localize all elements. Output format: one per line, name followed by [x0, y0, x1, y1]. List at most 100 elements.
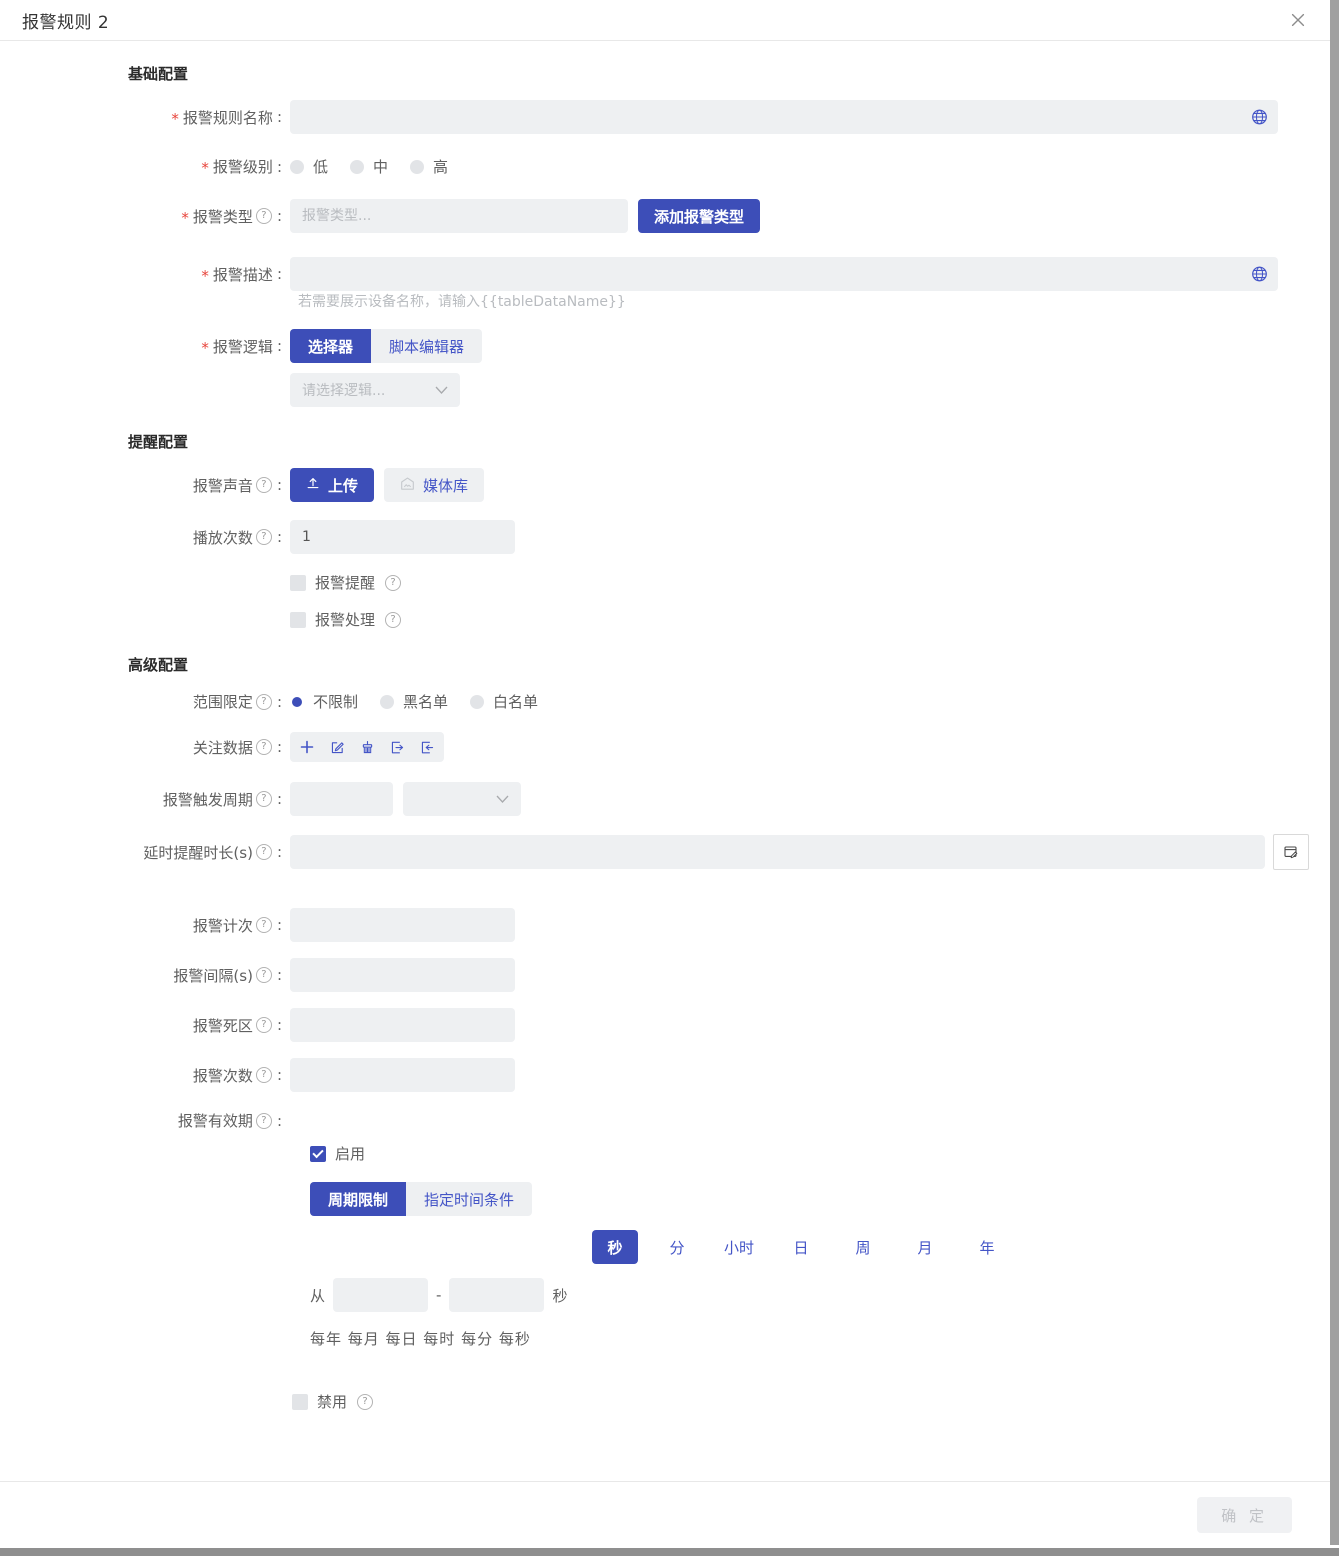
export-icon[interactable]	[412, 736, 442, 758]
help-icon[interactable]: ?	[255, 693, 272, 710]
rule-name-input[interactable]	[290, 100, 1278, 134]
label-colon: :	[276, 843, 282, 861]
upload-sound-button[interactable]: 上传	[290, 468, 375, 502]
radio-dot	[350, 159, 365, 174]
alarm-interval-input[interactable]	[290, 958, 515, 992]
label-colon: :	[276, 692, 282, 711]
help-icon[interactable]: ?	[255, 1067, 272, 1083]
logic-select[interactable]: 请选择逻辑...	[290, 373, 460, 407]
add-alarm-type-button[interactable]: 添加报警类型	[638, 199, 761, 233]
required-marker: *	[201, 338, 209, 357]
unit-tab-hour[interactable]: 小时	[716, 1230, 762, 1264]
help-icon[interactable]: ?	[385, 611, 402, 628]
label-play-count-text: 播放次数	[192, 528, 253, 547]
tab-logic-script-editor[interactable]: 脚本编辑器	[371, 329, 482, 363]
script-editor-icon[interactable]	[1273, 834, 1309, 870]
help-icon[interactable]: ?	[357, 1393, 374, 1410]
alarm-handling-label: 报警处理	[315, 611, 376, 629]
radio-scope-blacklist[interactable]: 黑名单	[380, 691, 448, 712]
form-row-sound: 报警声音 ? : 上传 媒体库	[0, 468, 1330, 502]
alarm-type-input[interactable]	[290, 199, 628, 233]
trigger-period-unit-select[interactable]	[403, 782, 521, 816]
unit-tab-week[interactable]: 周	[840, 1230, 886, 1264]
form-row-alarm-reminder: 报警提醒 ?	[0, 572, 1330, 593]
globe-icon[interactable]	[1251, 266, 1268, 283]
radio-level-low[interactable]: 低	[290, 156, 328, 177]
description-input[interactable]	[290, 257, 1278, 291]
label-logic: * 报警逻辑 :	[0, 336, 290, 357]
disable-checkbox[interactable]	[292, 1393, 308, 1410]
range-dash: -	[436, 1286, 442, 1304]
radio-scope-unlimited-label: 不限制	[313, 693, 359, 711]
tab-period-limit[interactable]: 周期限制	[310, 1182, 407, 1216]
form-row-alarm-interval: 报警间隔(s) ? :	[0, 958, 1330, 992]
checkbox-row-disable: 禁用 ?	[292, 1391, 1330, 1412]
tab-logic-selector[interactable]: 选择器	[290, 329, 372, 363]
label-alarm-deadzone-text: 报警死区	[192, 1016, 253, 1035]
validity-enable-checkbox[interactable]	[310, 1145, 326, 1162]
confirm-button[interactable]: 确 定	[1197, 1497, 1292, 1533]
plus-icon[interactable]	[292, 736, 322, 758]
validity-summary: 每年 每月 每日 每时 每分 每秒	[310, 1330, 531, 1348]
label-colon: :	[276, 476, 282, 494]
label-colon: :	[276, 966, 282, 984]
alarm-times-input[interactable]	[290, 1058, 515, 1092]
help-icon[interactable]: ?	[255, 967, 272, 983]
help-icon[interactable]: ?	[255, 208, 272, 224]
form-row-delay-duration: 延时提醒时长(s) ? :	[0, 834, 1330, 870]
vertical-scrollbar-thumb[interactable]	[1330, 0, 1339, 1545]
tab-specified-time[interactable]: 指定时间条件	[406, 1182, 532, 1216]
required-marker: *	[171, 109, 179, 128]
disable-label: 禁用	[317, 1393, 348, 1411]
unit-tab-minute[interactable]: 分	[654, 1230, 700, 1264]
help-icon[interactable]: ?	[255, 1017, 272, 1033]
help-icon[interactable]: ?	[255, 477, 272, 493]
dialog-footer: 确 定	[0, 1481, 1330, 1548]
edit-icon[interactable]	[322, 736, 352, 758]
broom-icon[interactable]	[352, 736, 382, 758]
radio-scope-whitelist[interactable]: 白名单	[470, 691, 538, 712]
help-icon[interactable]: ?	[255, 917, 272, 933]
form-row-level: * 报警级别 : 低 中 高	[0, 156, 1330, 177]
unit-tab-day[interactable]: 日	[778, 1230, 824, 1264]
label-level: * 报警级别 :	[0, 156, 290, 177]
help-icon[interactable]: ?	[255, 844, 272, 860]
globe-icon[interactable]	[1251, 109, 1268, 126]
unit-tab-second[interactable]: 秒	[592, 1230, 638, 1264]
validity-enable-label: 启用	[335, 1145, 366, 1163]
close-icon[interactable]	[1286, 8, 1310, 32]
help-icon[interactable]: ?	[255, 739, 272, 755]
help-icon[interactable]: ?	[255, 1112, 272, 1129]
watch-data-toolbar	[290, 732, 444, 762]
help-icon[interactable]: ?	[255, 529, 272, 545]
help-icon[interactable]: ?	[255, 791, 272, 807]
unit-tab-year[interactable]: 年	[964, 1230, 1010, 1264]
play-count-input[interactable]	[290, 520, 515, 554]
form-row-alarm-count-times: 报警计次 ? :	[0, 908, 1330, 942]
required-marker: *	[181, 208, 189, 227]
radio-level-medium[interactable]: 中	[350, 156, 388, 177]
help-icon[interactable]: ?	[385, 574, 402, 591]
form-row-logic-select: 请选择逻辑...	[0, 373, 1330, 407]
radio-scope-unlimited[interactable]: 不限制	[290, 691, 358, 712]
delay-duration-input[interactable]	[290, 835, 1265, 869]
unit-tab-month[interactable]: 月	[902, 1230, 948, 1264]
radio-level-high[interactable]: 高	[410, 156, 448, 177]
import-icon[interactable]	[382, 736, 412, 758]
alarm-deadzone-input[interactable]	[290, 1008, 515, 1042]
range-from-input[interactable]	[333, 1278, 429, 1312]
logic-mode-tabs: 选择器 脚本编辑器	[290, 329, 483, 363]
radio-level-low-label: 低	[313, 158, 329, 176]
alarm-handling-checkbox[interactable]	[290, 611, 306, 628]
trigger-period-input[interactable]	[290, 782, 393, 816]
alarm-reminder-checkbox[interactable]	[290, 574, 306, 591]
range-to-input[interactable]	[449, 1278, 545, 1312]
range-lead-label: 从	[310, 1286, 326, 1305]
form-row-rule-name: * 报警规则名称 :	[0, 100, 1330, 134]
alarm-count-times-input[interactable]	[290, 908, 515, 942]
media-library-button[interactable]: 媒体库	[384, 468, 485, 502]
radio-group-level: 低 中 高	[290, 156, 448, 177]
form-row-alarm-handling: 报警处理 ?	[0, 609, 1330, 630]
label-description: * 报警描述 :	[0, 264, 290, 285]
vertical-scrollbar-track[interactable]	[1330, 0, 1339, 1548]
